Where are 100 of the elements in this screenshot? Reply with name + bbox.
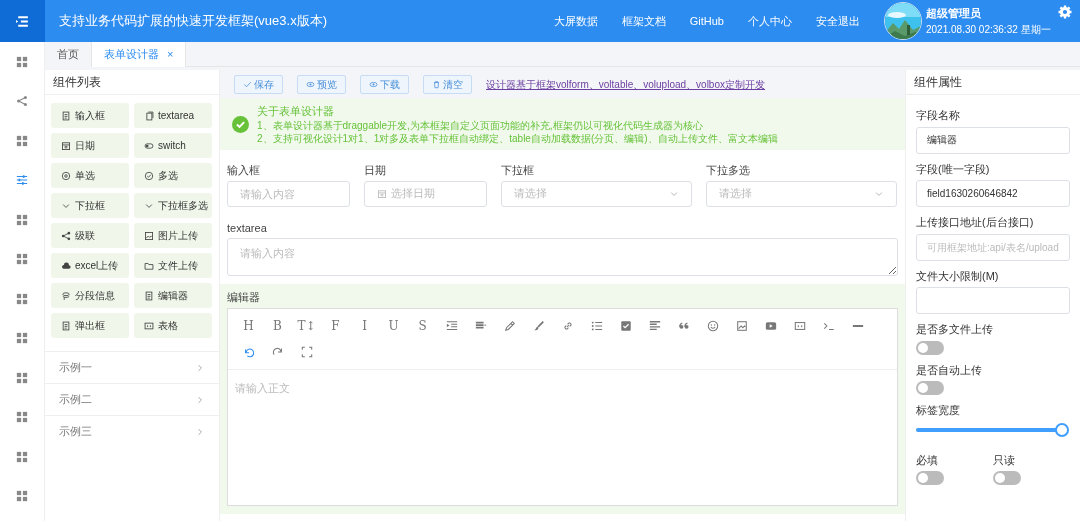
field-label: textarea <box>227 220 268 236</box>
text-input[interactable]: field1630260646842 <box>916 180 1070 207</box>
nav-link[interactable]: 框架文档 <box>621 12 666 30</box>
tab[interactable]: 首页 <box>45 42 92 67</box>
fullscreen-icon[interactable] <box>300 345 313 358</box>
field-label: 输入框 <box>227 163 261 178</box>
toggle-switch[interactable] <box>916 381 944 395</box>
grid-icon[interactable] <box>16 213 28 226</box>
toolbar-button[interactable]: 预览 <box>297 74 346 94</box>
video-icon[interactable] <box>764 319 777 332</box>
document-icon <box>61 320 71 331</box>
editor-placeholder: 请输入正文 <box>234 380 291 396</box>
accordion-item[interactable]: 示例一 <box>45 351 219 383</box>
success-icon <box>232 115 249 133</box>
toolbar-button[interactable]: 保存 <box>234 74 283 94</box>
alert-text: 1、表单设计器基于draggable开发,为本框架自定义页面功能的补充,框架仍以可视化代码生成器为核心 <box>257 119 704 133</box>
grid-icon[interactable] <box>16 490 28 503</box>
nav-link[interactable]: 大屏数据 <box>553 12 598 30</box>
table-icon <box>144 320 154 331</box>
component-item[interactable]: textarea <box>134 103 212 128</box>
nav-link[interactable]: 安全退出 <box>816 12 860 30</box>
rich-text-editor[interactable]: H B T↕ F I U S 请输入正文 <box>227 307 898 506</box>
document-icon <box>61 110 71 121</box>
format-button[interactable]: B <box>273 316 282 335</box>
component-item[interactable]: 表格 <box>134 313 212 338</box>
component-item[interactable]: 编辑器 <box>134 283 212 308</box>
format-button[interactable]: I <box>362 316 367 335</box>
grid-icon[interactable] <box>16 292 28 305</box>
field-label: 上传接口地址(后台接口) <box>916 215 1035 230</box>
text-input[interactable]: 编辑器 <box>916 126 1070 154</box>
share-icon <box>61 230 71 241</box>
format-button[interactable]: S <box>418 316 427 335</box>
field-label: 必填 <box>916 452 939 468</box>
close-button[interactable]: × <box>167 46 174 63</box>
format-button[interactable]: H <box>243 316 254 335</box>
grid-icon[interactable] <box>16 55 28 68</box>
toolbar-button[interactable]: 下载 <box>360 74 409 94</box>
component-item[interactable]: 输入框 <box>51 103 129 128</box>
grid-icon[interactable] <box>16 253 28 266</box>
format-button[interactable]: T↕ <box>297 316 316 335</box>
grid-icon[interactable] <box>16 332 28 345</box>
component-item[interactable]: 单选 <box>51 163 129 188</box>
component-item[interactable]: 弹出框 <box>51 313 129 338</box>
component-item[interactable]: 分段信息 <box>51 283 129 308</box>
grid-icon[interactable] <box>16 134 28 147</box>
link-icon[interactable] <box>561 319 574 332</box>
pencil-icon[interactable] <box>503 319 516 332</box>
format-button[interactable]: F <box>331 316 340 335</box>
toggle-switch[interactable] <box>916 340 944 355</box>
tab[interactable]: 表单设计器 × <box>92 42 187 67</box>
undo-icon[interactable] <box>242 345 255 358</box>
slider-thumb[interactable] <box>1055 422 1069 437</box>
list-icon[interactable] <box>590 319 603 332</box>
settings-icon[interactable] <box>1058 5 1072 19</box>
nav-link[interactable]: GitHub <box>689 12 724 30</box>
calendar-icon <box>61 140 71 151</box>
component-item[interactable]: 多选 <box>134 163 212 188</box>
redo-icon[interactable] <box>271 345 284 358</box>
indent-icon[interactable] <box>445 319 458 332</box>
component-item[interactable]: 下拉框 <box>51 193 129 218</box>
grid-icon[interactable] <box>16 371 28 384</box>
nav-link[interactable]: 个人中心 <box>748 12 792 30</box>
toggle-switch[interactable] <box>916 471 944 485</box>
panel-title: 组件属性 <box>906 70 1080 95</box>
component-item[interactable]: excel上传 <box>51 253 129 278</box>
component-item[interactable]: 级联 <box>51 223 129 248</box>
accordion-item[interactable]: 示例三 <box>45 415 219 447</box>
grid-icon[interactable] <box>16 450 28 463</box>
eye-icon <box>369 79 378 89</box>
toggle-switch[interactable] <box>993 471 1021 485</box>
emoji-icon[interactable] <box>706 319 719 332</box>
image-icon[interactable] <box>735 319 748 332</box>
calendar-icon <box>377 188 387 199</box>
field-label: 下拉框 <box>501 163 535 178</box>
table-icon[interactable] <box>793 319 806 332</box>
text-input[interactable] <box>916 287 1070 314</box>
toggle-icon <box>144 140 154 151</box>
text-input[interactable]: 请输入内容 <box>227 180 350 207</box>
share-icon[interactable] <box>16 95 28 108</box>
menu-icon[interactable] <box>15 13 30 29</box>
sliders-icon[interactable] <box>16 174 28 187</box>
component-item[interactable]: 图片上传 <box>134 223 212 248</box>
align-icon[interactable] <box>474 319 487 332</box>
component-item[interactable]: 日期 <box>51 133 129 158</box>
field-label: 下拉多选 <box>706 163 751 178</box>
toolbar-button[interactable]: 清空 <box>423 74 472 94</box>
textarea-input[interactable]: 请输入内容 <box>227 238 898 276</box>
grid-icon[interactable] <box>16 411 28 424</box>
folder-icon <box>144 260 154 271</box>
component-item[interactable]: 下拉框多选 <box>134 193 212 218</box>
component-item[interactable]: 文件上传 <box>134 253 212 278</box>
panel-title: 组件列表 <box>45 70 219 95</box>
slider[interactable] <box>916 421 1070 438</box>
format-button[interactable]: U <box>388 316 399 335</box>
checkbox-icon[interactable] <box>619 319 632 332</box>
accordion-item[interactable]: 示例二 <box>45 383 219 415</box>
brush-icon[interactable] <box>532 319 545 332</box>
justify-icon[interactable] <box>648 319 661 332</box>
info-link[interactable]: 设计器基于框架volform、voltable、volupload、volbox定制开发 <box>486 76 765 92</box>
component-item[interactable]: switch <box>134 133 212 158</box>
